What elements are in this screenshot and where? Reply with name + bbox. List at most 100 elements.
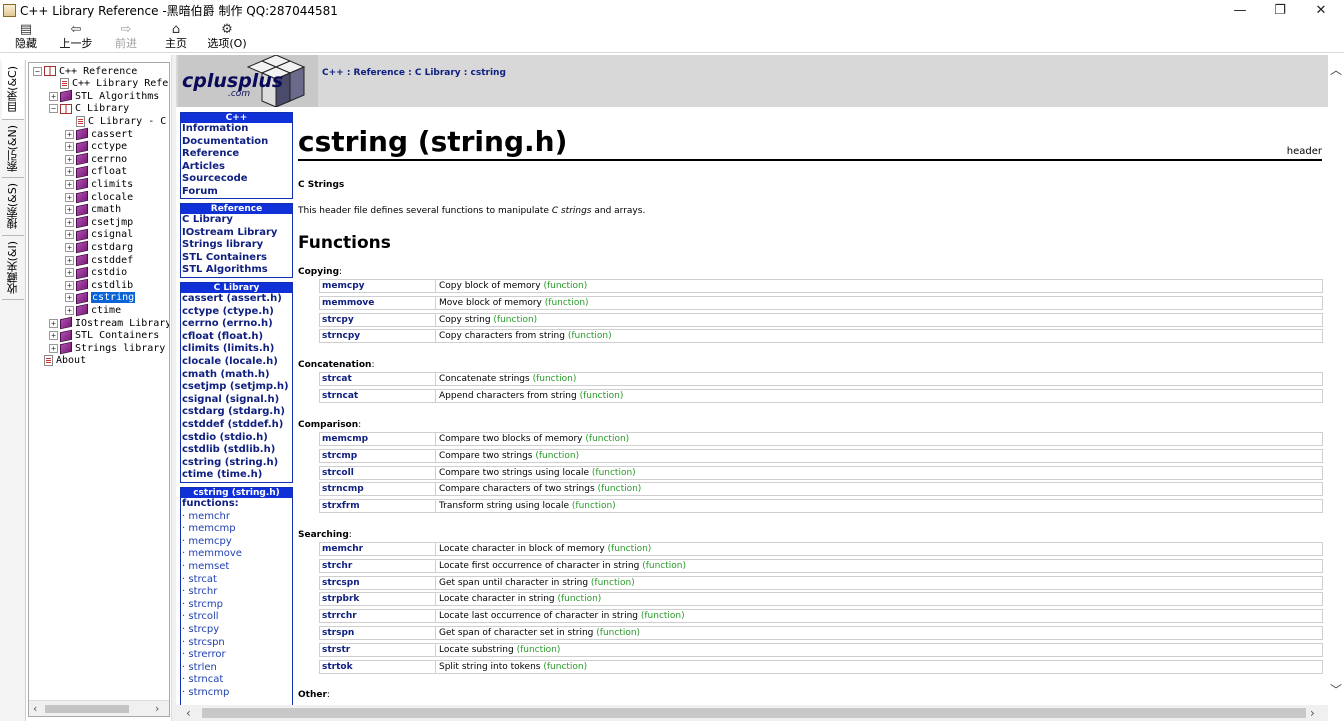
tab-index[interactable]: 索引(&N) [2,120,24,178]
function-link[interactable]: strcmp [319,448,435,463]
hide-button[interactable]: ▤ 隐藏 [14,22,38,52]
tree-item[interactable]: + csignal [65,228,133,242]
tree-item[interactable]: + cctype [65,140,127,153]
nav-link[interactable]: · strerror [181,649,292,662]
function-link[interactable]: memmove [319,295,435,310]
nav-link[interactable]: Forum [181,186,292,199]
nav-link[interactable]: ctime (time.h) [181,469,292,482]
expand-icon[interactable]: + [65,142,74,152]
nav-link[interactable]: cctype (ctype.h) [181,306,292,319]
function-link[interactable]: strcspn [319,575,435,590]
tree-item[interactable]: − C Library [49,103,129,115]
function-link[interactable]: strtok [319,659,435,674]
scroll-left-icon[interactable]: ‹ [186,706,191,720]
tree-item[interactable]: + cstdarg [65,241,133,254]
expand-icon[interactable]: + [65,280,74,290]
collapse-icon[interactable]: − [49,104,58,114]
expand-icon[interactable]: + [65,268,74,278]
nav-link[interactable]: · strncmp [181,687,292,700]
tab-contents[interactable]: 目录(&C) [2,60,24,120]
scroll-down-icon[interactable]: ﹀ [1330,681,1342,698]
tree-item[interactable]: + cfloat [65,165,127,179]
nav-link[interactable]: STL Algorithms [181,264,292,277]
function-link[interactable]: strstr [319,642,435,657]
nav-link[interactable]: C Library [181,214,292,227]
tree-item[interactable]: + clocale [65,190,133,204]
close-button[interactable]: ✕ [1301,0,1341,20]
expand-icon[interactable]: + [49,343,58,353]
nav-link[interactable]: Documentation [181,136,292,149]
tree-item[interactable]: + cerrno [65,152,127,166]
nav-link[interactable]: · memcmp [181,523,292,536]
cplusplus-logo[interactable]: cplusplus .com [178,55,318,107]
options-button[interactable]: ⚙ 选项(O) [206,22,248,52]
scroll-right-icon[interactable]: › [155,702,159,715]
expand-icon[interactable]: + [65,167,74,177]
nav-link[interactable]: STL Containers [181,252,292,265]
function-link[interactable]: strncmp [319,482,435,497]
forward-button[interactable]: ⇨ 前进 [112,22,140,52]
nav-link[interactable]: cstdio (stdio.h) [181,432,292,445]
function-link[interactable]: memcmp [319,432,435,446]
tree-item[interactable]: + cassert [65,127,133,141]
tree-item[interactable]: C Library - C [65,115,166,127]
breadcrumb[interactable]: C++ : Reference : C Library : cstring [322,68,506,78]
tree-horizontal-scrollbar[interactable]: ‹ › [29,700,169,716]
nav-link[interactable]: cstdarg (stdarg.h) [181,406,292,419]
function-link[interactable]: strncat [319,388,435,403]
tab-favorites[interactable]: 收藏夹(&I) [2,236,24,300]
nav-link[interactable]: Information [181,123,292,136]
nav-link[interactable]: clocale (locale.h) [181,356,292,369]
tree-item[interactable]: + cstddef [65,253,133,267]
expand-icon[interactable]: + [65,217,74,227]
scroll-up-icon[interactable]: ︿ [1330,61,1342,78]
expand-icon[interactable]: + [65,179,74,189]
nav-link[interactable]: · strncat [181,674,292,687]
tree-item[interactable]: + cstring [65,291,136,305]
tree-item[interactable]: + Strings library [49,341,165,355]
home-button[interactable]: ⌂ 主页 [164,22,188,52]
nav-link[interactable]: · strcpy [181,624,292,637]
nav-link[interactable]: · memset [181,561,292,574]
content-horizontal-scrollbar[interactable]: ‹ › [176,705,1328,721]
expand-icon[interactable]: + [49,331,58,341]
expand-icon[interactable]: + [65,154,74,164]
nav-link[interactable]: IOstream Library [181,227,292,240]
expand-icon[interactable]: + [49,318,58,328]
function-link[interactable]: strrchr [319,609,435,624]
nav-link[interactable]: · memchr [181,511,292,524]
content-scroll-thumb[interactable] [202,708,1306,718]
function-link[interactable]: memchr [319,542,435,556]
nav-link[interactable]: cerrno (errno.h) [181,318,292,331]
nav-link[interactable]: Articles [181,161,292,174]
scroll-right-icon[interactable]: › [1310,706,1315,720]
function-link[interactable]: strchr [319,558,435,573]
nav-link[interactable]: cstddef (stddef.h) [181,419,292,432]
nav-link[interactable]: climits (limits.h) [181,343,292,356]
function-link[interactable]: strcoll [319,465,435,480]
tree-item[interactable]: + IOstream Library [49,316,169,330]
tree-item[interactable]: + climits [65,178,133,191]
nav-link[interactable]: csignal (signal.h) [181,394,292,407]
function-link[interactable]: strcpy [319,312,435,327]
tree-item[interactable]: + STL Algorithms [49,89,159,103]
nav-link[interactable]: · strcspn [181,637,292,650]
expand-icon[interactable]: + [65,192,74,202]
content-vertical-scrollbar[interactable]: ︿ ﹀ [1328,55,1344,705]
tree-item[interactable]: + STL Containers [49,329,159,342]
nav-link[interactable]: · memmove [181,548,292,561]
function-link[interactable]: strcat [319,372,435,386]
expand-icon[interactable]: + [65,129,74,139]
expand-icon[interactable]: + [65,242,74,252]
tree-item[interactable]: + cstdlib [65,278,133,292]
nav-link[interactable]: · strchr [181,586,292,599]
expand-icon[interactable]: + [65,305,74,315]
nav-link[interactable]: cmath (math.h) [181,369,292,382]
nav-link[interactable]: · strlen [181,662,292,675]
nav-link[interactable]: cstdlib (stdlib.h) [181,444,292,457]
tree-item[interactable]: − C++ Reference [33,65,137,77]
tree-item[interactable]: + cmath [65,203,121,216]
tree-item[interactable]: About [33,355,86,367]
tab-search[interactable]: 搜索(&S) [2,178,24,236]
function-link[interactable]: strspn [319,626,435,640]
